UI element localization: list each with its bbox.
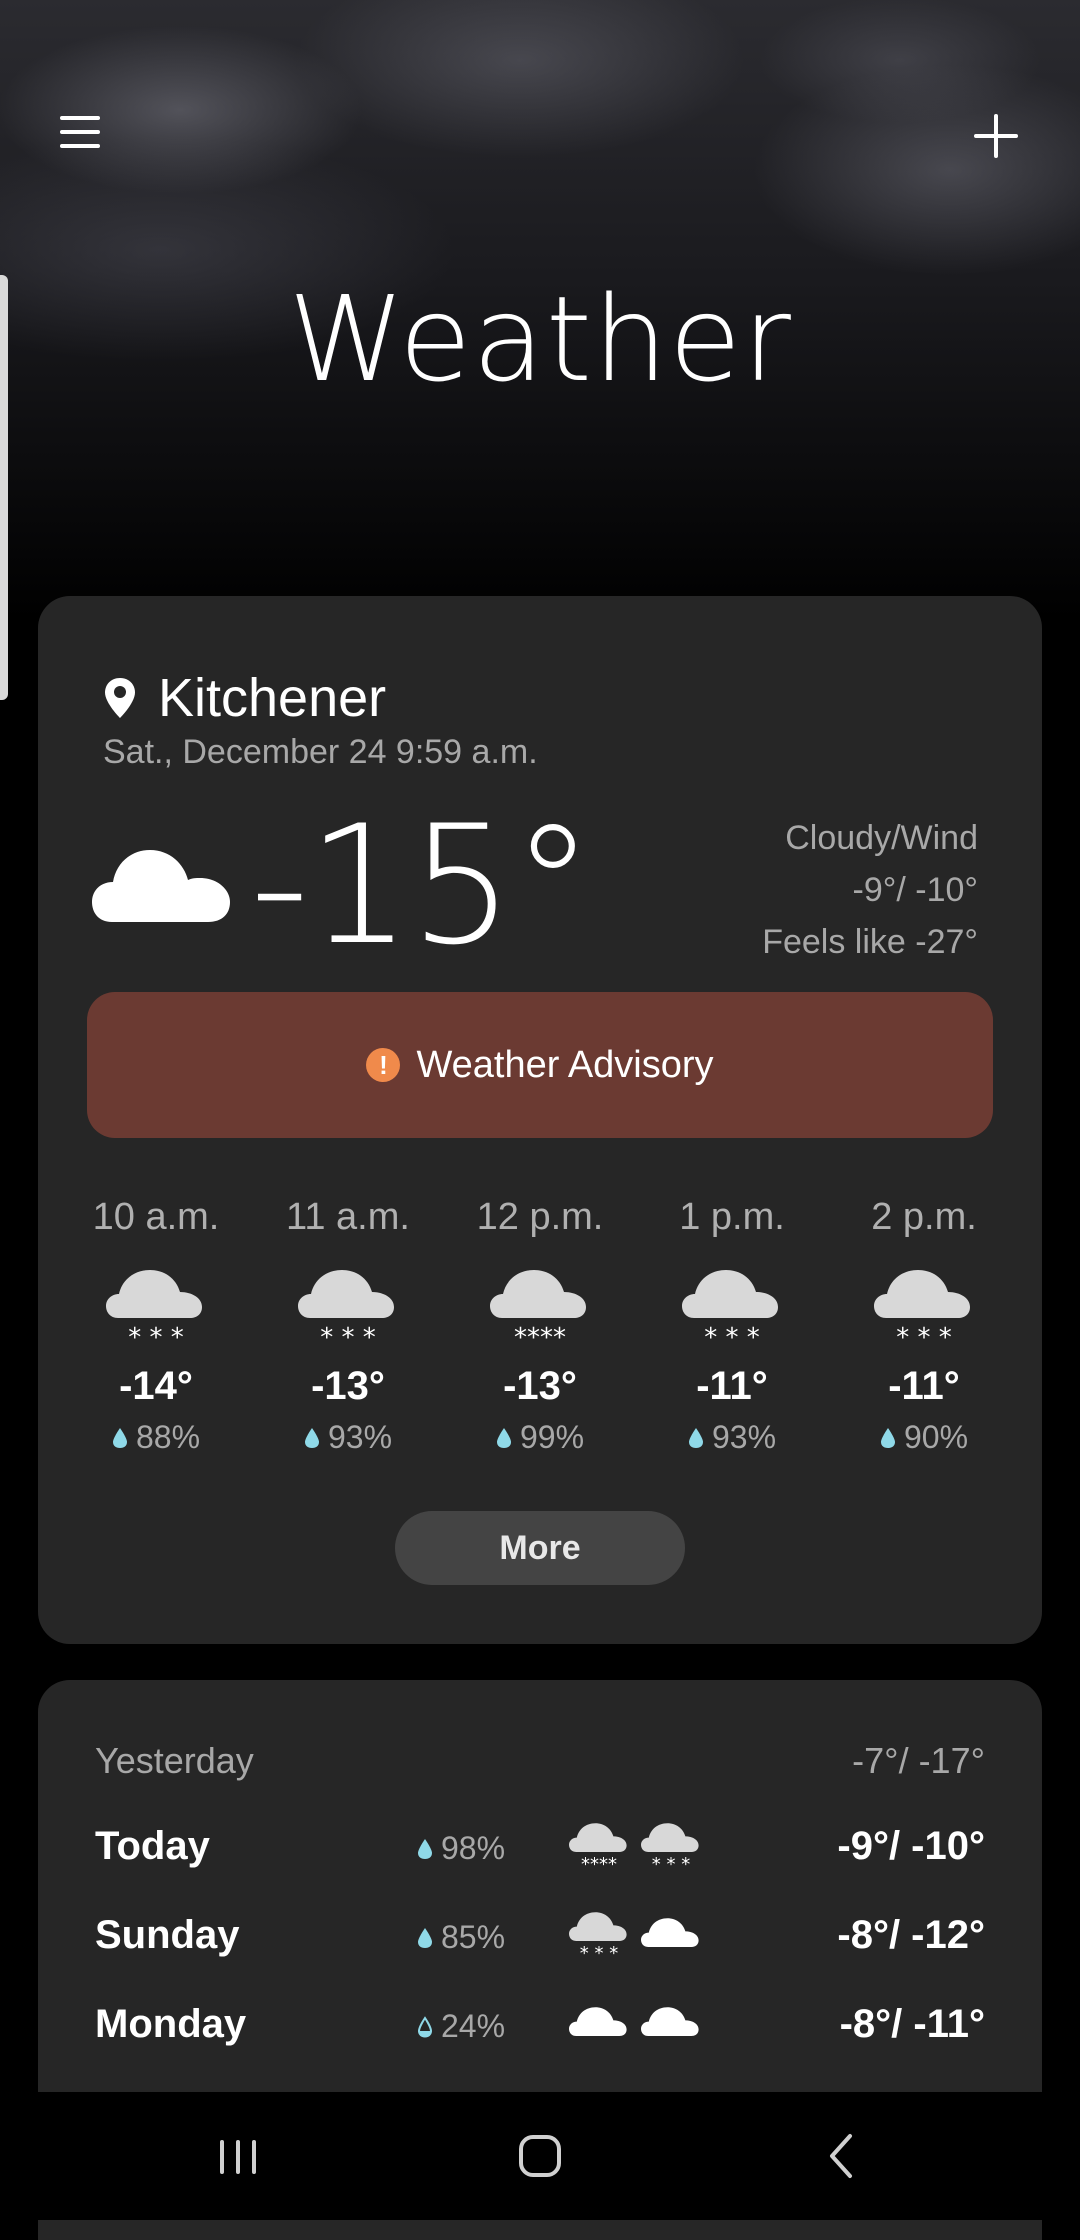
back-icon <box>830 2134 852 2178</box>
svg-text:* * *: * * * <box>896 1323 952 1350</box>
hourly-item: 2 p.m. * * * -11° 90% <box>828 1196 1020 1456</box>
raindrop-icon <box>880 1427 895 1448</box>
advisory-label: Weather Advisory <box>416 1043 714 1086</box>
hour-precip-value: 90% <box>903 1419 969 1455</box>
add-location-button[interactable] <box>972 112 1020 160</box>
hour-precip-value: 93% <box>711 1419 777 1455</box>
svg-text:* * *: * * * <box>320 1323 376 1350</box>
location-pin-icon <box>102 676 138 720</box>
hour-time: 12 p.m. <box>476 1196 604 1238</box>
day-precip-value: 85% <box>441 1919 506 1955</box>
daily-row-sunday[interactable]: Sunday 85% * * * -8°/ -12° <box>95 1905 985 1975</box>
day-name: Today <box>95 1824 210 1868</box>
svg-text:****: **** <box>581 1854 617 1874</box>
menu-button[interactable] <box>60 112 104 152</box>
raindrop-icon <box>418 1927 432 1948</box>
svg-text:* * *: * * * <box>580 1943 618 1963</box>
cloud-icon <box>92 838 232 929</box>
day-name: Sunday <box>95 1913 240 1957</box>
cloud-icon <box>569 1996 629 2057</box>
hour-precip-value: 88% <box>135 1419 201 1455</box>
hour-temp: -11° <box>888 1364 960 1408</box>
raindrop-icon <box>496 1427 511 1448</box>
hour-temp: -13° <box>503 1364 577 1408</box>
high-low-temps: -9°/ -10° <box>852 871 978 909</box>
daily-row-today[interactable]: Today 98% **** * * * -9°/ -10° <box>95 1816 985 1886</box>
raindrop-outline-icon <box>417 2015 433 2038</box>
hour-precip: 93% <box>636 1419 828 1456</box>
warning-icon: ! <box>366 1048 401 1082</box>
day-temps: -9°/ -10° <box>837 1824 985 1868</box>
day-precip: 24% <box>417 2008 505 2045</box>
day-name: Monday <box>95 2002 247 2046</box>
hour-temp: -13° <box>311 1364 385 1408</box>
hour-temp: -14° <box>119 1364 193 1408</box>
day-precip-value: 98% <box>441 1830 506 1866</box>
raindrop-icon <box>112 1427 127 1448</box>
snow-cloud-icon: * * * <box>636 1266 828 1356</box>
location-row: Kitchener <box>102 668 386 728</box>
feels-like: Feels like -27° <box>762 923 978 961</box>
snow-cloud-icon: * * * <box>60 1266 252 1356</box>
yesterday-row: Yesterday -7°/ -17° <box>95 1740 985 1782</box>
system-navigation-bar <box>0 2092 1080 2220</box>
day-precip: 98% <box>417 1830 505 1867</box>
heavy-snow-cloud-icon: **** <box>444 1266 636 1356</box>
hour-temp: -11° <box>696 1364 768 1408</box>
snow-cloud-icon: * * * <box>828 1266 1020 1356</box>
updated-datetime: Sat., December 24 9:59 a.m. <box>103 733 538 771</box>
hourly-item: 10 a.m. * * * -14° 88% <box>60 1196 252 1456</box>
home-icon <box>519 2135 561 2177</box>
hour-precip: 93% <box>252 1419 444 1456</box>
recent-apps-button[interactable] <box>198 2124 278 2188</box>
hour-precip-value: 93% <box>327 1419 393 1455</box>
yesterday-label: Yesterday <box>95 1740 254 1781</box>
hour-precip: 99% <box>444 1419 636 1456</box>
hour-time: 11 a.m. <box>286 1196 410 1238</box>
hourly-item: 11 a.m. * * * -13° 93% <box>252 1196 444 1456</box>
more-button[interactable]: More <box>395 1511 685 1585</box>
condition-summary: Cloudy/Wind -9°/ -10° Feels like -27° <box>762 812 978 968</box>
yesterday-temps: -7°/ -17° <box>852 1740 985 1781</box>
condition-text: Cloudy/Wind <box>785 819 978 857</box>
hour-precip-value: 99% <box>519 1419 585 1455</box>
svg-text:****: **** <box>514 1323 566 1350</box>
daily-row-monday[interactable]: Monday 24% -8°/ -11° <box>95 1994 985 2064</box>
snow-cloud-icon: * * * <box>252 1266 444 1356</box>
menu-icon <box>60 116 100 120</box>
raindrop-icon <box>418 1838 432 1859</box>
hourly-forecast[interactable]: 10 a.m. * * * -14° 88% 11 a.m. * * * -13… <box>60 1196 1020 1456</box>
svg-text:* * *: * * * <box>704 1323 760 1350</box>
day-temps: -8°/ -12° <box>837 1913 985 1957</box>
day-temps: -8°/ -11° <box>839 2002 985 2046</box>
hour-precip: 88% <box>60 1419 252 1456</box>
raindrop-icon <box>304 1427 319 1448</box>
raindrop-icon <box>688 1427 703 1448</box>
snow-cloud-icon: * * * <box>569 1907 629 1968</box>
weather-advisory-button[interactable]: ! Weather Advisory <box>87 992 993 1138</box>
hour-time: 2 p.m. <box>871 1196 977 1238</box>
hour-time: 1 p.m. <box>679 1196 785 1238</box>
svg-text:* * *: * * * <box>128 1323 184 1350</box>
city-name: Kitchener <box>158 668 387 728</box>
snow-cloud-icon: * * * <box>641 1818 701 1879</box>
hour-precip: 90% <box>828 1419 1020 1456</box>
heavy-snow-cloud-icon: **** <box>569 1818 629 1879</box>
day-precip-value: 24% <box>441 2008 506 2044</box>
cloud-icon <box>641 1996 701 2057</box>
hourly-item: 12 p.m. **** -13° 99% <box>444 1196 636 1456</box>
day-precip: 85% <box>417 1919 505 1956</box>
svg-text:* * *: * * * <box>652 1854 690 1874</box>
page-title: Weather <box>288 270 792 408</box>
hour-time: 10 a.m. <box>92 1196 220 1238</box>
recent-apps-icon <box>220 2140 256 2174</box>
home-button[interactable] <box>500 2124 580 2188</box>
current-temperature: -15° <box>250 790 594 981</box>
hourly-item: 1 p.m. * * * -11° 93% <box>636 1196 828 1456</box>
cloud-icon <box>641 1907 701 1968</box>
back-button[interactable] <box>802 2124 882 2188</box>
